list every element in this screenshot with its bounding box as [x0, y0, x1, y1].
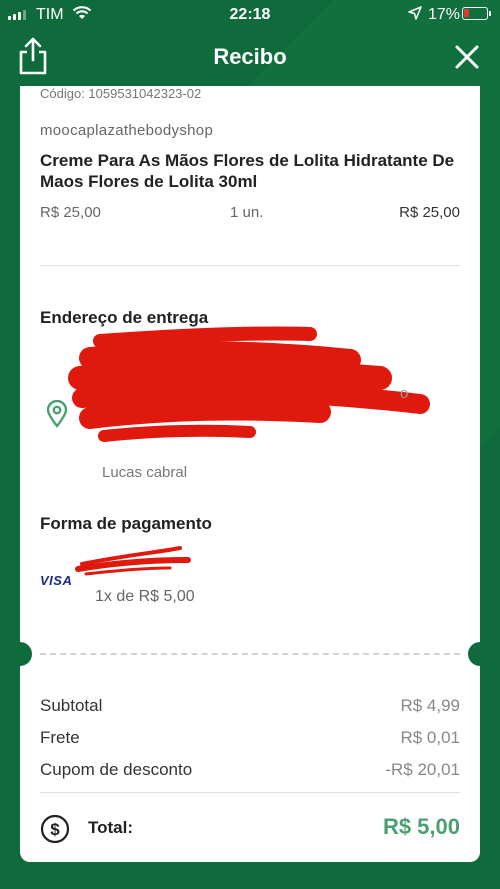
subtotal-value: R$ 4,99 [400, 696, 460, 715]
visa-logo-icon: VISA [40, 573, 73, 588]
shipping-label: Frete [40, 728, 80, 747]
shipping-value: R$ 0,01 [400, 728, 460, 747]
ticket-notch-left [8, 642, 32, 666]
page-title: Recibo [213, 44, 287, 69]
nav-bar: Recibo [0, 30, 500, 84]
card-number-redaction [75, 546, 191, 576]
total-label: Total: [88, 818, 134, 837]
divider [40, 792, 460, 793]
receipt-card: Código: 1059531042323-02 moocaplazathebo… [8, 86, 492, 862]
subtotal-row: Subtotal R$ 4,99 [40, 696, 460, 718]
svg-text:$: $ [50, 820, 60, 839]
battery-icon [462, 7, 491, 20]
clock: 22:18 [229, 6, 271, 23]
ticket-notch-right [468, 642, 492, 666]
status-bar: TIM 22:18 17% [0, 0, 500, 30]
close-icon[interactable] [452, 42, 482, 72]
battery-percent: 17% [428, 6, 461, 23]
coupon-row: Cupom de desconto -R$ 20,01 [40, 760, 460, 782]
subtotal-label: Subtotal [40, 696, 103, 715]
payment-installments: 1x de R$ 5,00 [95, 588, 195, 605]
dollar-circle-icon: $ [40, 814, 70, 844]
coupon-value: -R$ 20,01 [385, 760, 460, 779]
ticket-perforation [40, 653, 460, 655]
shipping-row: Frete R$ 0,01 [40, 728, 460, 750]
location-arrow-icon [408, 6, 422, 20]
coupon-label: Cupom de desconto [40, 760, 193, 779]
total-value: R$ 5,00 [382, 814, 460, 839]
